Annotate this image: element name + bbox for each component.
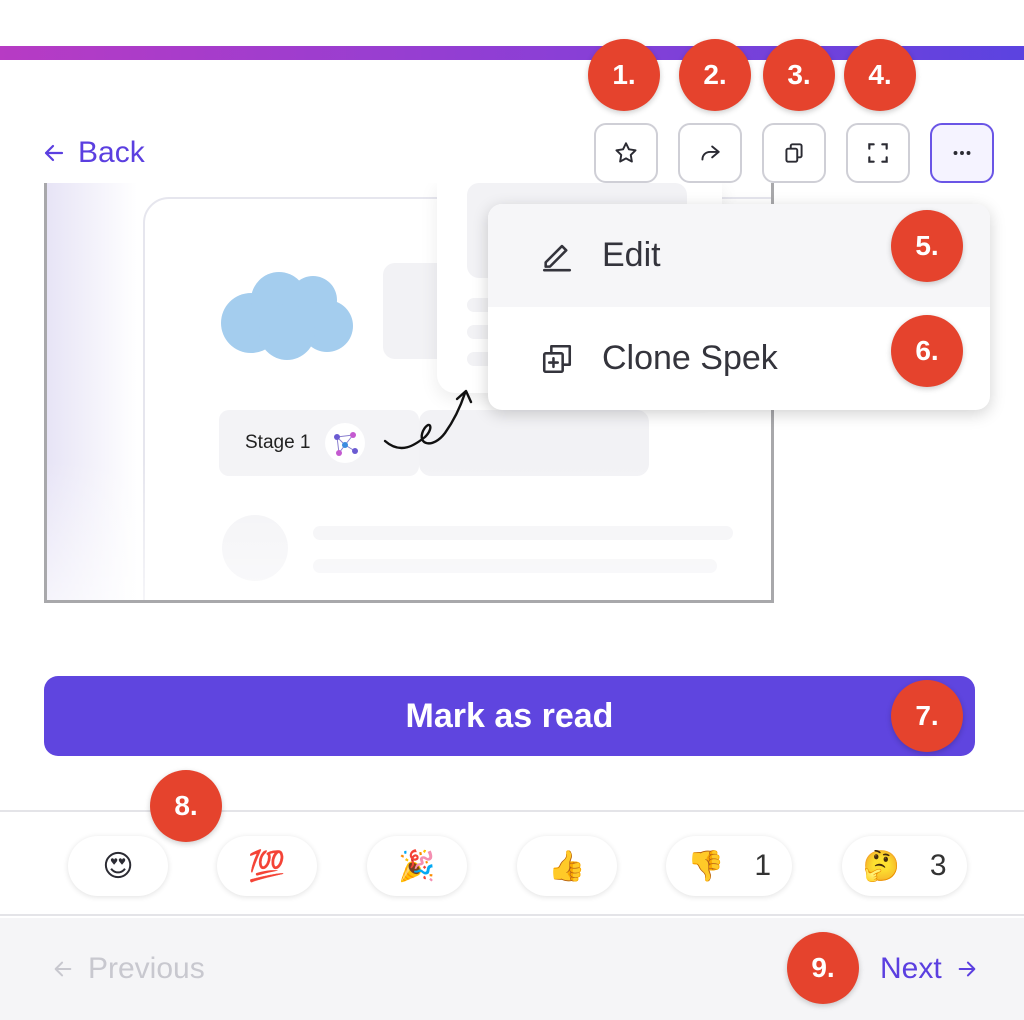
reaction-thinking-face[interactable]: 🤔 3 (842, 836, 967, 896)
next-label: Next (880, 952, 942, 985)
share-button[interactable] (678, 123, 742, 183)
more-horizontal-icon (953, 151, 971, 155)
back-label: Back (78, 136, 145, 169)
reaction-count: 1 (754, 849, 772, 882)
reaction-party-popper[interactable]: 🎉 (367, 836, 467, 896)
stage-label: Stage 1 (245, 432, 311, 453)
annotation-badge-7: 7. (891, 680, 963, 752)
reaction-heart-eyes[interactable]: 😍 (68, 836, 168, 896)
fullscreen-button[interactable] (846, 123, 910, 183)
mark-as-read-button[interactable]: Mark as read (44, 676, 975, 756)
thumbs-up-emoji-icon: 👍 (548, 849, 586, 883)
annotation-badge-1: 1. (588, 39, 660, 111)
curly-arrow-icon (383, 389, 473, 450)
menu-item-label: Clone Spek (602, 339, 778, 377)
menu-item-label: Edit (602, 236, 661, 274)
back-link[interactable]: Back (42, 136, 145, 170)
reaction-count: 3 (929, 849, 947, 882)
copy-icon (785, 143, 803, 163)
reaction-hundred[interactable]: 💯 (217, 836, 317, 896)
arrow-left-icon (54, 961, 72, 977)
hundred-emoji-icon: 💯 (248, 849, 286, 883)
thumbs-down-emoji-icon: 👎 (686, 849, 725, 883)
annotation-badge-8: 8. (150, 770, 222, 842)
annotation-badge-6: 6. (891, 315, 963, 387)
reactions-bar: 😍 💯 🎉 👍 👎 1 🤔 3 (0, 810, 1024, 916)
more-options-button[interactable] (930, 123, 994, 183)
heart-eyes-emoji-icon: 😍 (102, 849, 134, 883)
share-arrow-icon (701, 145, 720, 161)
party-popper-emoji-icon: 🎉 (398, 849, 436, 883)
reaction-thumbs-down[interactable]: 👎 1 (666, 836, 792, 896)
network-icon (324, 423, 365, 463)
next-link[interactable]: Next (880, 952, 978, 986)
thinking-face-emoji-icon: 🤔 (862, 849, 900, 883)
salesforce-cloud-logo (221, 272, 353, 360)
previous-label: Previous (88, 952, 205, 985)
pagination-footer: Previous Next (0, 918, 1024, 1020)
fullscreen-icon (868, 143, 888, 163)
arrow-left-icon (44, 144, 64, 162)
favorite-button[interactable] (594, 123, 658, 183)
annotation-badge-5: 5. (891, 210, 963, 282)
annotation-badge-3: 3. (763, 39, 835, 111)
preview-fade-overlay (47, 460, 771, 600)
previous-link[interactable]: Previous (52, 952, 205, 986)
star-icon (615, 142, 637, 163)
clone-icon (542, 344, 572, 373)
annotation-badge-2: 2. (679, 39, 751, 111)
pencil-icon (542, 244, 572, 271)
annotation-badge-4: 4. (844, 39, 916, 111)
reaction-thumbs-up[interactable]: 👍 (517, 836, 617, 896)
arrow-right-icon (958, 961, 976, 977)
annotation-badge-9: 9. (787, 932, 859, 1004)
copy-button[interactable] (762, 123, 826, 183)
